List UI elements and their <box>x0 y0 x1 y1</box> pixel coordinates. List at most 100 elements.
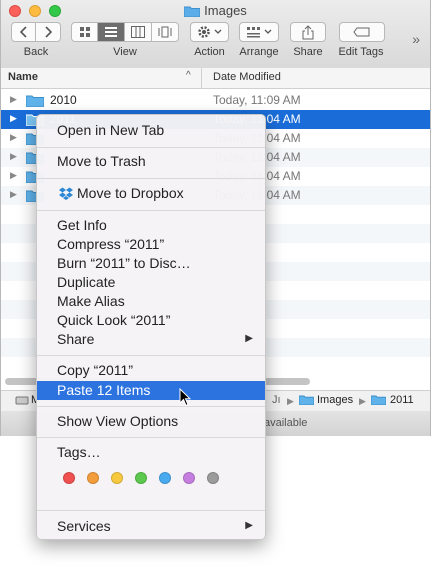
menu-item-label: Copy “2011” <box>57 362 134 378</box>
path-separator-icon: ▶ <box>287 396 294 406</box>
view-label: View <box>113 46 137 58</box>
nav-group <box>11 22 61 44</box>
menu-item-compress[interactable]: Compress “2011” <box>37 235 265 254</box>
forward-button[interactable] <box>36 22 61 42</box>
share-button[interactable] <box>290 22 326 42</box>
coverflow-view-button[interactable] <box>152 22 179 42</box>
chevron-down-icon <box>214 29 222 34</box>
menu-item-label: Services <box>57 518 111 534</box>
chevron-down-icon <box>264 29 271 34</box>
arrange-button[interactable] <box>239 22 279 42</box>
menu-item-label: Duplicate <box>57 274 116 290</box>
row-name: 2010 <box>50 93 77 107</box>
path-item-current[interactable]: 2011 <box>390 394 414 406</box>
menu-item-label: Move to Dropbox <box>77 185 184 201</box>
submenu-arrow-icon: ▶ <box>245 520 253 531</box>
disclosure-triangle-icon[interactable]: ▶ <box>10 113 17 124</box>
list-view-button[interactable] <box>98 22 125 42</box>
menu-item-move-to-dropbox[interactable]: Move to Dropbox <box>37 184 265 203</box>
column-header: Name ^ Date Modified <box>1 68 430 89</box>
columns-icon <box>131 26 145 38</box>
menu-item-tags[interactable]: Tags… <box>37 443 265 462</box>
menu-separator <box>37 355 265 356</box>
folder-icon <box>298 394 315 408</box>
path-item-images[interactable]: Images <box>317 394 353 406</box>
arrange-group <box>239 22 279 44</box>
tag-icon <box>353 27 370 37</box>
menu-item-get-info[interactable]: Get Info <box>37 216 265 235</box>
menu-item-label: Tags… <box>57 444 101 460</box>
folder-icon <box>370 394 387 408</box>
menu-item-copy[interactable]: Copy “2011” <box>37 361 265 380</box>
column-view-button[interactable] <box>125 22 152 42</box>
disclosure-triangle-icon[interactable]: ▶ <box>10 189 17 200</box>
column-divider[interactable] <box>201 68 202 88</box>
disclosure-triangle-icon[interactable]: ▶ <box>10 170 17 181</box>
share-label: Share <box>293 46 323 58</box>
tag-blue-dot[interactable] <box>159 472 171 484</box>
view-group <box>71 22 179 44</box>
menu-item-duplicate[interactable]: Duplicate <box>37 273 265 292</box>
disclosure-triangle-icon[interactable]: ▶ <box>10 132 17 143</box>
action-label: Action <box>194 46 225 58</box>
date-column-header[interactable]: Date Modified <box>213 71 281 83</box>
arrange-label: Arrange <box>239 46 279 58</box>
menu-item-label: Burn “2011” to Disc… <box>57 255 191 271</box>
menu-separator <box>37 210 265 211</box>
menu-item-open-new-tab[interactable]: Open in New Tab <box>37 121 265 140</box>
icon-view-button[interactable] <box>71 22 98 42</box>
share-icon <box>302 24 314 39</box>
table-row[interactable]: ▶ 2010 Today, 11:09 AM <box>1 91 430 110</box>
list-icon <box>105 27 117 37</box>
row-date: Today, 11:09 AM <box>213 93 301 107</box>
grid-icon <box>79 27 90 37</box>
menu-separator <box>37 178 265 179</box>
back-button[interactable] <box>11 22 36 42</box>
tag-purple-dot[interactable] <box>183 472 195 484</box>
chevron-left-icon <box>19 26 27 38</box>
path-separator-icon: ▶ <box>359 396 366 406</box>
edit-tags-button[interactable] <box>339 22 385 42</box>
submenu-arrow-icon: ▶ <box>245 333 253 344</box>
menu-item-share[interactable]: Share ▶ <box>37 330 265 349</box>
menu-item-label: Make Alias <box>57 293 125 309</box>
menu-separator <box>37 406 265 407</box>
coverflow-icon <box>158 26 172 38</box>
hard-drive-icon[interactable] <box>15 394 29 409</box>
tag-red-dot[interactable] <box>63 472 75 484</box>
menu-item-move-to-trash[interactable]: Move to Trash <box>37 152 265 171</box>
sort-ascending-icon: ^ <box>186 70 191 81</box>
disclosure-triangle-icon[interactable]: ▶ <box>10 151 17 162</box>
tag-orange-dot[interactable] <box>87 472 99 484</box>
dropbox-icon <box>59 187 73 203</box>
menu-item-burn[interactable]: Burn “2011” to Disc… <box>37 254 265 273</box>
menu-item-label: Paste 12 Items <box>57 382 151 398</box>
menu-item-label: Share <box>57 331 95 347</box>
menu-item-make-alias[interactable]: Make Alias <box>37 292 265 311</box>
action-button[interactable] <box>190 22 229 42</box>
menu-item-label: Open in New Tab <box>57 122 165 138</box>
name-column-header[interactable]: Name <box>8 71 38 83</box>
toolbar-overflow-button[interactable]: » <box>412 31 420 47</box>
menu-item-services[interactable]: Services ▶ <box>37 517 265 536</box>
menu-item-label: Quick Look “2011” <box>57 312 171 328</box>
toolbar: Images Back View Action Arrange Share Ed… <box>1 0 430 69</box>
disclosure-triangle-icon[interactable]: ▶ <box>10 94 17 105</box>
menu-item-paste[interactable]: Paste 12 Items <box>37 381 265 400</box>
menu-item-label: Move to Trash <box>57 153 146 169</box>
share-group <box>290 22 326 44</box>
edit-tags-group <box>339 22 385 44</box>
menu-separator <box>37 147 265 148</box>
menu-separator <box>37 510 265 511</box>
menu-item-label: Compress “2011” <box>57 236 165 252</box>
folder-icon <box>183 5 201 20</box>
arrange-icon <box>246 27 260 38</box>
tag-yellow-dot[interactable] <box>111 472 123 484</box>
menu-item-quick-look[interactable]: Quick Look “2011” <box>37 311 265 330</box>
tag-green-dot[interactable] <box>135 472 147 484</box>
menu-item-show-view-options[interactable]: Show View Options <box>37 412 265 431</box>
mouse-pointer-icon <box>179 387 192 412</box>
tag-gray-dot[interactable] <box>207 472 219 484</box>
path-item-user[interactable]: Jı <box>272 394 281 406</box>
window-title: Images <box>1 3 430 20</box>
